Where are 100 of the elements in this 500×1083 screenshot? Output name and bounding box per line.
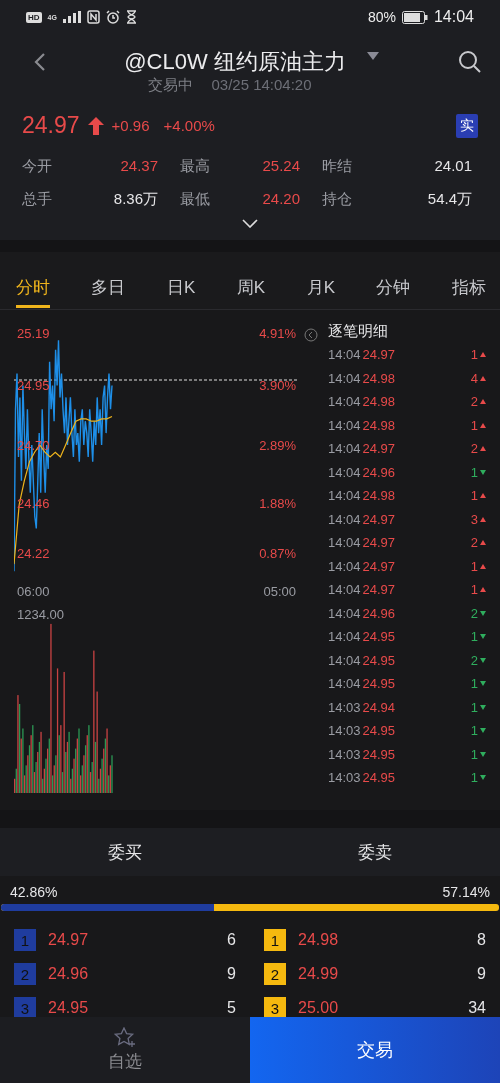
- trade-volume: 2: [470, 652, 478, 668]
- trade-time: 14:04: [328, 652, 361, 668]
- trade-volume: 2: [470, 394, 478, 410]
- trade-volume: 1: [470, 676, 478, 692]
- last-price: 24.97: [22, 112, 80, 139]
- trade-price: 24.98: [362, 417, 396, 433]
- trade-price: 24.96: [362, 464, 396, 480]
- volume-max-label: 1234.00: [17, 607, 64, 622]
- hd-icon: HD: [26, 11, 42, 23]
- chart-tab[interactable]: 指标: [451, 252, 486, 308]
- trade-time: 14:04: [328, 582, 361, 598]
- order-quantity: 6: [227, 931, 236, 949]
- order-quantity: 9: [227, 965, 236, 983]
- level-rank: 1: [264, 929, 286, 951]
- stat-value: 54.4万: [427, 190, 472, 209]
- percent-axis-label: 0.87%: [259, 546, 296, 561]
- trade-time: 14:04: [328, 511, 361, 527]
- trade-time: 14:04: [328, 464, 361, 480]
- trade-price: 24.97: [362, 347, 396, 363]
- order-price: 24.96: [48, 965, 89, 983]
- trade-time: 14:04: [328, 441, 361, 457]
- order-price: 24.98: [298, 931, 339, 949]
- trade-volume: 1: [470, 699, 478, 715]
- trade-price: 24.98: [362, 394, 396, 410]
- dropdown-icon[interactable]: [365, 51, 380, 61]
- order-price: 24.99: [298, 965, 339, 983]
- trade-time: 14:04: [328, 417, 361, 433]
- trade-volume: 1: [470, 347, 478, 363]
- trade-price: 24.98: [362, 370, 396, 386]
- stat-label: 总手: [22, 190, 52, 209]
- realtime-badge[interactable]: 实: [456, 113, 478, 138]
- trade-price: 24.98: [362, 488, 396, 504]
- chart-tab[interactable]: 周K: [236, 252, 266, 308]
- watchlist-button[interactable]: 自选: [0, 1017, 250, 1083]
- level-rank: 2: [14, 963, 36, 985]
- trading-status: 交易中: [148, 76, 194, 95]
- trade-time: 14:04: [328, 370, 361, 386]
- ask-heading: 委卖: [358, 841, 392, 864]
- chart-tab[interactable]: 日K: [166, 252, 196, 308]
- price-axis-label: 24.22: [17, 546, 50, 561]
- trade-time: 14:04: [328, 535, 361, 551]
- trade-volume: 2: [470, 441, 478, 457]
- trade-volume: 1: [470, 723, 478, 739]
- trade-price: 24.97: [362, 558, 396, 574]
- signal-icon: [62, 11, 81, 23]
- trade-price: 24.96: [362, 605, 396, 621]
- trade-price: 24.94: [362, 699, 396, 715]
- order-price: 24.95: [48, 999, 89, 1017]
- order-price: 25.00: [298, 999, 339, 1017]
- stat-value: 8.36万: [113, 190, 158, 209]
- trade-volume: 1: [470, 488, 478, 504]
- trade-price: 24.95: [362, 652, 396, 668]
- trade-volume: 1: [470, 464, 478, 480]
- price-axis-label: 24.70: [17, 438, 50, 453]
- price-axis-label: 25.19: [17, 326, 50, 341]
- order-quantity: 9: [477, 965, 486, 983]
- percent-axis-label: 1.88%: [259, 496, 296, 511]
- stat-label: 最高: [180, 157, 210, 176]
- level-rank: 2: [264, 963, 286, 985]
- stat-label: 最低: [180, 190, 210, 209]
- trade-volume: 3: [470, 511, 478, 527]
- back-icon[interactable]: [34, 52, 46, 72]
- trade-time: 14:04: [328, 605, 361, 621]
- trade-volume: 1: [470, 558, 478, 574]
- chart-tab[interactable]: 分钟: [376, 252, 411, 308]
- percent-axis-label: 3.90%: [259, 378, 296, 393]
- collapse-icon[interactable]: [304, 328, 318, 342]
- stat-label: 今开: [22, 157, 52, 176]
- quote-datetime: 03/25 14:04:20: [211, 76, 312, 95]
- trade-button[interactable]: 交易: [250, 1017, 500, 1083]
- trade-price: 24.95: [362, 746, 396, 762]
- trade-time: 14:04: [328, 558, 361, 574]
- trade-price: 24.95: [362, 676, 396, 692]
- battery-icon: [401, 10, 428, 24]
- order-price: 24.97: [48, 931, 89, 949]
- trade-volume: 2: [470, 535, 478, 551]
- trade-volume: 1: [470, 417, 478, 433]
- tape-title: 逐笔明细: [328, 322, 389, 341]
- trade-volume: 1: [470, 582, 478, 598]
- level-rank: 1: [14, 929, 36, 951]
- trade-price: 24.97: [362, 582, 396, 598]
- price-change: +0.96: [111, 117, 150, 134]
- trade-time: 14:04: [328, 347, 361, 363]
- chart-tab[interactable]: 多日: [91, 252, 126, 308]
- trade-volume: 4: [470, 370, 478, 386]
- time-axis-label: 05:00: [263, 584, 296, 599]
- trade-volume: 1: [470, 629, 478, 645]
- trade-price: 24.95: [362, 723, 396, 739]
- chart-tab[interactable]: 月K: [306, 252, 335, 308]
- search-icon[interactable]: [458, 50, 482, 74]
- trade-volume: 1: [470, 770, 478, 786]
- percent-change: +4.00%: [163, 117, 215, 134]
- trade-price: 24.97: [362, 535, 396, 551]
- order-quantity: 34: [468, 999, 486, 1017]
- level-rank: 3: [14, 997, 36, 1017]
- percent-axis-label: 2.89%: [259, 438, 296, 453]
- expand-icon[interactable]: [242, 219, 258, 228]
- chart-tab[interactable]: 分时: [16, 252, 50, 308]
- order-quantity: 8: [477, 931, 486, 949]
- trade-time: 14:03: [328, 770, 361, 786]
